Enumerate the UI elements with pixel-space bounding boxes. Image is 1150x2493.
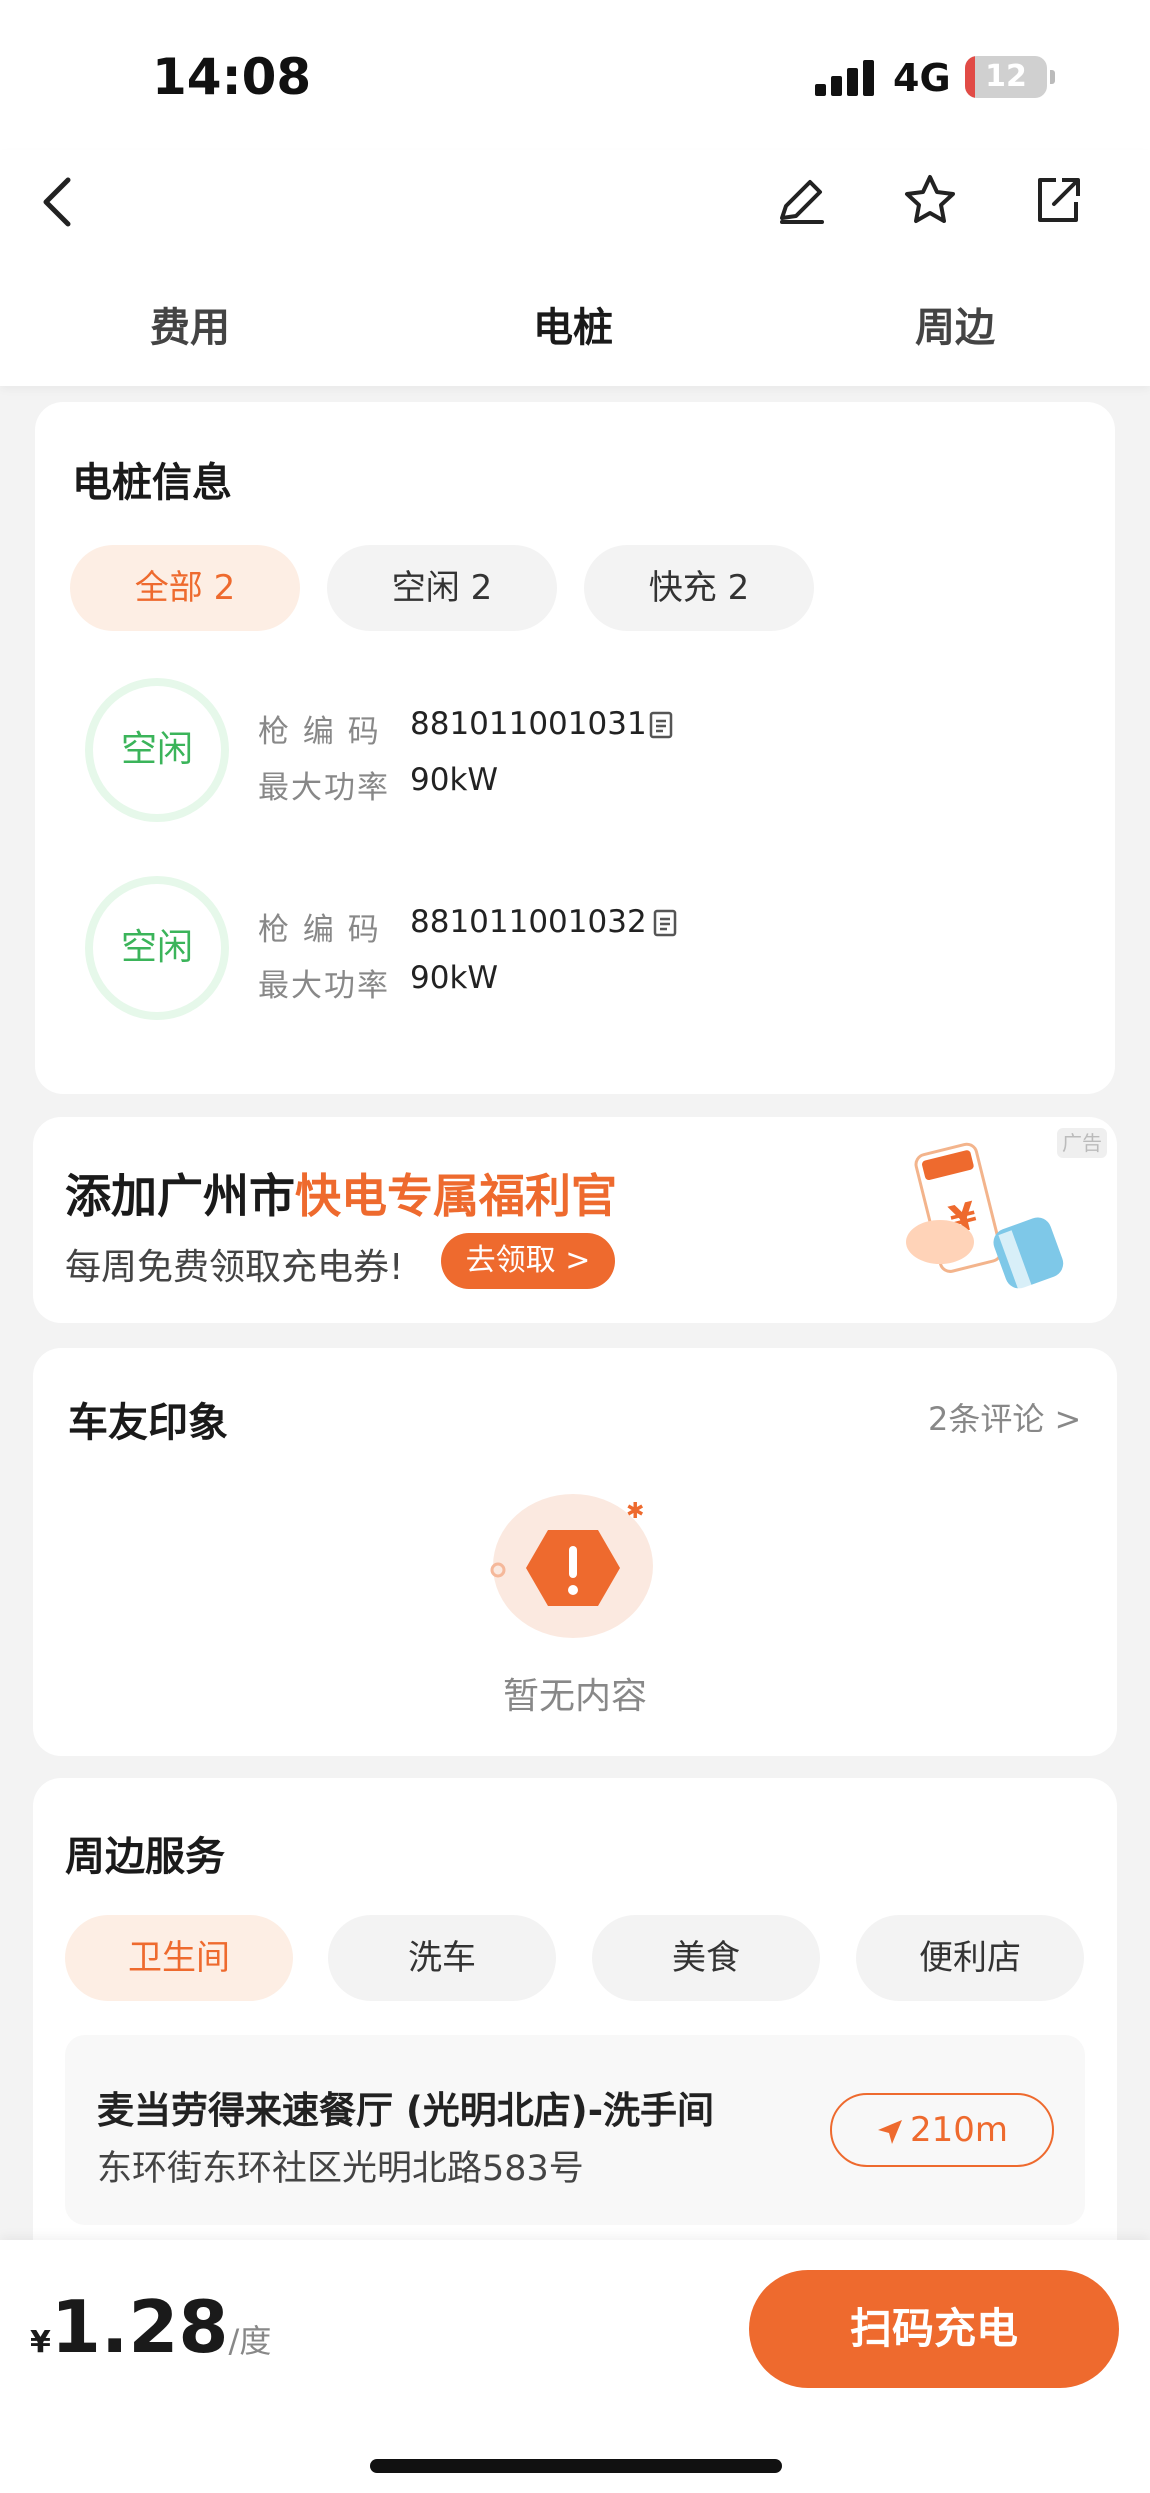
navigation-arrow-icon [877, 2119, 902, 2144]
battery-tip [1050, 70, 1055, 84]
status-time: 14:08 [152, 48, 312, 106]
pile-code-label: 枪 编 码 [258, 714, 381, 750]
price-unit: /度 [228, 2322, 272, 2360]
scan-charge-button[interactable]: 扫码充电 [749, 2270, 1119, 2388]
network-type: 4G [893, 56, 951, 100]
pile-power: 90kW [410, 960, 499, 996]
currency-symbol: ¥ [30, 2325, 51, 2360]
filter-fast[interactable]: 快充 2 [584, 545, 814, 631]
claim-coupon-button[interactable]: 去领取 > [441, 1233, 615, 1289]
edit-icon[interactable] [774, 172, 830, 228]
copy-icon[interactable] [652, 908, 680, 938]
copy-icon[interactable] [648, 710, 676, 740]
pile-status-badge: 空闲 [85, 678, 229, 822]
tab-fees[interactable]: 费用 [150, 295, 230, 353]
coupon-hand-illustration: ¥ [906, 1142, 1064, 1292]
review-count-link[interactable]: 2条评论 > [928, 1394, 1081, 1440]
pile-power-label: 最大功率 [258, 968, 390, 1004]
battery-icon: 12 [965, 56, 1047, 98]
back-arrow-icon[interactable] [38, 172, 78, 232]
price-value: 1.28 [50, 2285, 229, 2369]
filter-free[interactable]: 空闲 2 [327, 545, 557, 631]
pile-status-badge: 空闲 [85, 876, 229, 1020]
empty-state-icon: ✱ [490, 1494, 653, 1638]
status-bar: 14:08 4G 12 [0, 0, 1150, 150]
place-name: 麦当劳得来速餐厅 (光明北店)-洗手间 [97, 2089, 715, 2132]
navigate-button[interactable]: 210m [830, 2093, 1054, 2167]
battery-level: 12 [985, 59, 1027, 94]
tab-label: 周边 [915, 305, 995, 351]
pile-code: 881011001032 [410, 904, 647, 940]
top-nav: 费用 电桩 周边 [0, 150, 1150, 386]
filter-car-wash[interactable]: 洗车 [328, 1915, 556, 2001]
nearby-title: 周边服务 [65, 1834, 225, 1880]
share-icon[interactable] [1030, 172, 1086, 228]
home-indicator [370, 2459, 782, 2473]
ad-subtitle: 每周免费领取充电券! [65, 1247, 404, 1288]
place-address: 东环街东环社区光明北路583号 [97, 2149, 584, 2189]
empty-state-text: 暂无内容 [502, 1676, 647, 1717]
distance-text: 210m [909, 2110, 1008, 2150]
filter-restroom[interactable]: 卫生间 [65, 1915, 293, 2001]
svg-text:✱: ✱ [626, 1499, 644, 1524]
tab-nearby[interactable]: 周边 [915, 295, 995, 353]
ad-title: 添加广州市快电专属福利官 [65, 1160, 617, 1226]
tab-piles[interactable]: 电桩 [533, 295, 613, 359]
pile-code-label: 枪 编 码 [258, 912, 381, 948]
price-display: ¥1.28/度 [30, 2285, 271, 2369]
tab-bar: 费用 电桩 周边 [0, 295, 1150, 365]
ad-title-highlight: 快电专属福利官 [295, 1169, 617, 1223]
tab-label: 电桩 [533, 305, 613, 351]
filter-food[interactable]: 美食 [592, 1915, 820, 2001]
signal-icon [815, 60, 875, 96]
filter-convenience-store[interactable]: 便利店 [856, 1915, 1084, 2001]
filter-all[interactable]: 全部 2 [70, 545, 300, 631]
reviews-title: 车友印象 [68, 1400, 228, 1446]
pile-info-title: 电桩信息 [72, 460, 232, 506]
star-icon[interactable] [902, 172, 958, 228]
pile-code: 881011001031 [410, 706, 647, 742]
tab-label: 费用 [150, 305, 230, 351]
pile-power: 90kW [410, 762, 499, 798]
pile-power-label: 最大功率 [258, 770, 390, 806]
ad-title-plain: 添加广州市 [65, 1169, 295, 1223]
